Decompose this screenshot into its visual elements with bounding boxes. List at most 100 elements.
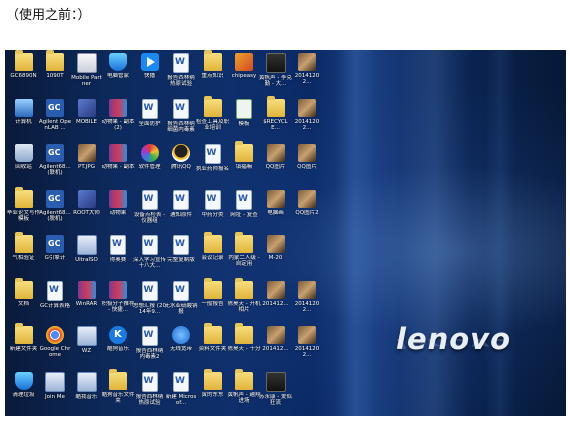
desktop-icon[interactable]: 通知原件 <box>165 189 198 232</box>
desktop-icon[interactable]: 完整复制版 <box>165 235 198 277</box>
desktop-icon[interactable]: 电脑画 <box>259 189 292 232</box>
desktop-icon[interactable]: Agilent68... (脱机) <box>39 189 72 232</box>
desktop-icon[interactable]: 文档 <box>7 277 40 323</box>
desktop-icon[interactable]: PT.JPG <box>70 144 103 186</box>
desktop-icon-label: PT.JPG <box>78 164 95 170</box>
desktop-icon[interactable]: 思想汇报 (2014年9... <box>133 280 166 323</box>
desktop-icon[interactable]: 陈昊天 - 十分 <box>228 323 261 368</box>
desktop-icon-label: 201412... <box>262 346 289 352</box>
desktop-icon[interactable]: WinRAR <box>70 280 103 323</box>
desktop-icon[interactable]: 20141202... <box>291 98 324 141</box>
document-icon <box>141 280 158 301</box>
desktop-icon[interactable]: 设备点检表 - 仪器组 <box>133 189 166 232</box>
desktop-icon-label: 网址 - 复查 <box>230 211 258 218</box>
desktop-icon[interactable]: 陈昊天 - 开机相片 <box>228 277 261 323</box>
desktop-icon[interactable]: 201412... <box>259 326 292 368</box>
desktop-icon[interactable]: 执业药师报名 <box>196 144 229 186</box>
desktop-icon[interactable]: 网址 - 复查 <box>228 189 261 232</box>
desktop-icon[interactable]: G引擎计 <box>39 235 72 277</box>
desktop-icon[interactable]: 苏永康 - 爱似狂流 <box>259 371 292 414</box>
desktop-icon[interactable]: 20141202... <box>291 53 324 95</box>
desktop-icon[interactable]: 积极分子推荐 - 快捷... <box>102 280 135 323</box>
desktop-icon[interactable]: 动物果 - 副本 <box>102 144 135 186</box>
desktop-icon[interactable]: QQ图片 <box>259 144 292 186</box>
desktop-icon[interactable]: 腾讯QQ <box>165 144 198 186</box>
desktop-icon[interactable]: 黄帆声 - 越翔进场 <box>228 368 261 414</box>
desktop-icon[interactable]: 模板 <box>228 98 261 141</box>
desktop-icon[interactable]: 寅的东东 <box>196 368 229 414</box>
desktop-icon[interactable]: QQ图片2 <box>291 189 324 232</box>
desktop-icon[interactable]: 电脑管家 <box>102 53 135 95</box>
desktop-icon[interactable]: Google Chrome <box>39 326 72 368</box>
desktop-icon[interactable]: GC计算表格 <box>39 280 72 323</box>
desktop-icon[interactable]: 检查工具及职业培训 <box>196 95 229 141</box>
desktop-icon[interactable]: 深入学习宣传十八大... <box>133 235 166 277</box>
desktop-icon[interactable]: chipeasy <box>228 53 261 95</box>
sheet-icon <box>236 98 252 119</box>
desktop-icon[interactable]: 无水亚硫酸钠报 <box>165 280 198 323</box>
desktop-icon-label: 得奥赛 <box>109 257 127 263</box>
desktop-icon[interactable]: 填福嘛 <box>228 141 261 186</box>
desktop-icon[interactable]: 软件管理 <box>133 144 166 186</box>
desktop-icon[interactable]: 201412... <box>259 280 292 323</box>
desktop-icon[interactable]: 20141202... <box>291 280 324 323</box>
desktop-icon[interactable]: Join Me <box>39 371 72 414</box>
desktop-icon[interactable]: 中药分类 <box>196 189 229 232</box>
desktop-icon[interactable]: ROOT大师 <box>70 189 103 232</box>
desktop-icon[interactable]: MOBILE <box>70 98 103 141</box>
desktop-icon-label: Agilent68... (联机) <box>39 164 71 177</box>
desktop-icon[interactable]: 会议记录 <box>196 232 229 277</box>
desktop-icon[interactable]: 无线宽带 <box>165 326 198 368</box>
desktop-icon[interactable]: Agilent68... (联机) <box>39 144 72 186</box>
desktop-icon[interactable]: 得奥赛 <box>102 235 135 277</box>
desktop-icon-label: 腾讯QQ <box>171 164 191 170</box>
desktop-icon[interactable]: 毕业论文写作模板 <box>7 186 40 232</box>
desktop-icon[interactable]: 报告西林纳 细菌内毒素 <box>165 98 198 141</box>
desktop-icon[interactable]: 报告西林纳 热原试验 <box>133 371 166 414</box>
desktop-icon[interactable]: 1090T <box>39 50 72 95</box>
photo-icon <box>298 326 316 344</box>
desktop-icon[interactable]: 酷我音乐 <box>70 371 103 414</box>
desktop-icon[interactable]: 资料文件夹 <box>196 323 229 368</box>
desktop-icon[interactable]: 快播 <box>133 53 166 95</box>
desktop-icon[interactable]: QQ图片 <box>291 144 324 186</box>
desktop-icon[interactable]: Agilent OpenLAB ... <box>38 98 72 141</box>
desktop-icon-label: 酷我音乐 <box>75 393 98 400</box>
desktop-icon[interactable]: 回收站 <box>7 144 40 186</box>
desktop-icon[interactable]: 内蒙二人级 - 自定用 <box>228 232 261 277</box>
desktop-icon[interactable]: $RECYCLE... <box>259 95 292 141</box>
lenovo-logo-reflection: lenovo <box>396 335 512 351</box>
desktop-icon[interactable]: 全面防护 <box>133 98 166 141</box>
desktop-icon-label: 毕业论文写作模板 <box>7 209 40 222</box>
desktop-icon[interactable]: WZ <box>70 326 103 368</box>
desktop-icon-label: Agilent OpenLAB ... <box>38 118 72 131</box>
desktop-icon[interactable]: GC6890N <box>7 50 40 95</box>
desktop-icon[interactable]: 清理垃圾 <box>7 371 40 414</box>
desktop-icon[interactable]: M-20 <box>259 235 292 277</box>
folder-icon <box>14 50 33 71</box>
desktop-icon[interactable]: 报告西林纳 内毒素2 <box>133 326 166 368</box>
desktop-icon[interactable]: 报告西林纳 热原试验 <box>165 53 198 95</box>
desktop-icon[interactable]: 酷狗音乐文件夹 <box>101 368 135 414</box>
desktop-icon-label: 计算机 <box>15 118 32 125</box>
desktop-icon[interactable]: 气相验证 <box>7 232 40 277</box>
desktop-icon[interactable]: 20141202... <box>291 326 324 368</box>
recycle-bin-icon <box>14 144 33 162</box>
desktop-icon[interactable]: UltraISO <box>70 235 103 277</box>
desktop-icon-label: 酷狗音乐文件夹 <box>101 391 135 404</box>
desktop-icon[interactable]: 黄帆声 - 李克勤 - 大... <box>259 53 292 95</box>
desktop-icon[interactable]: 动物果 - 副本 (2) <box>102 98 135 141</box>
desktop-icon[interactable]: 重点知识 <box>196 50 229 95</box>
desktop-icon[interactable]: 新建文件夹 <box>7 323 40 368</box>
desktop-icon[interactable]: 动物果 <box>102 189 135 232</box>
photo-icon <box>298 280 316 299</box>
desktop-icon-label: 新建文件夹 <box>9 346 38 352</box>
desktop-icon-label: 20141202... <box>294 346 320 359</box>
color-icon <box>140 144 159 162</box>
desktop-icon[interactable]: 计算机 <box>7 98 40 141</box>
desktop-icon[interactable]: Mobile Partner <box>70 53 103 95</box>
desktop-icon[interactable]: 新建 Microsof... <box>165 371 198 414</box>
desktop-icon[interactable]: 酷狗音乐 <box>102 326 135 368</box>
desktop-icon[interactable]: 一般报告 <box>196 277 229 323</box>
document-icon <box>173 53 189 73</box>
